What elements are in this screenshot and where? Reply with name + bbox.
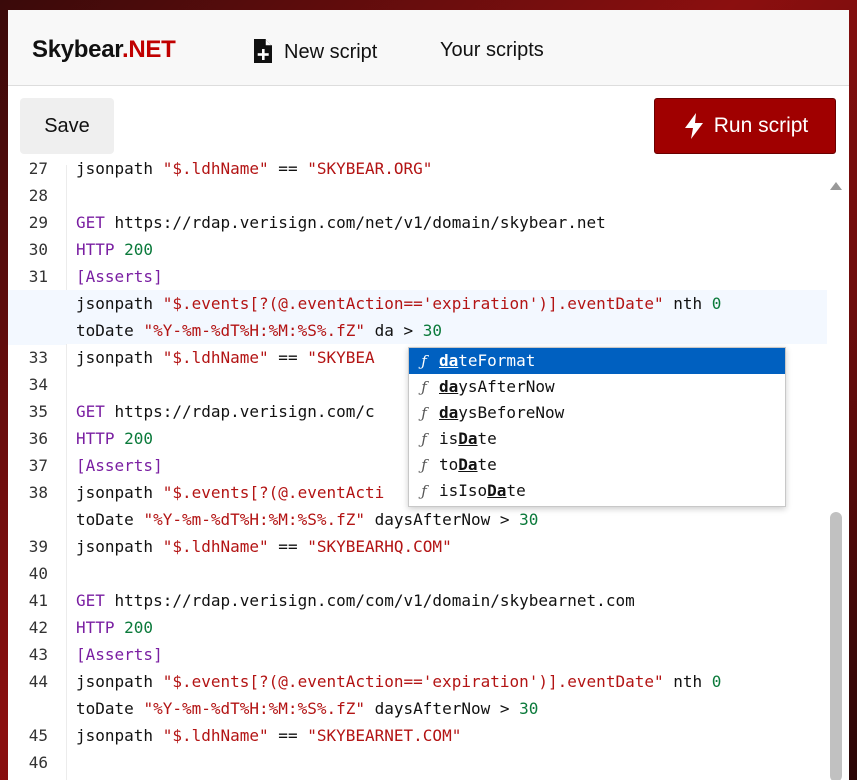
line-number: 46 [28,753,48,772]
line-number: 45 [28,726,48,745]
line-number: 27 [28,159,48,178]
suggestion-label: dateFormat [439,351,536,370]
function-icon: ƒ [421,404,427,422]
line-number: 36 [28,429,48,448]
line-number: 30 [28,240,48,259]
function-icon: ƒ [421,456,427,474]
line-number: 39 [28,537,48,556]
suggestion-label: daysBeforeNow [439,403,565,422]
code-editor[interactable]: 27 28 29 30 31 32 33 34 35 36 37 38 39 4… [8,159,849,780]
suggestion-label: isIsoDate [439,481,526,500]
code-line: jsonpath "$.ldhName" == "SKYBEARNET.COM" [76,726,462,745]
editor-toolbar: Save Run script [8,85,849,165]
line-number: 29 [28,213,48,232]
line-number: 42 [28,618,48,637]
new-document-icon [254,39,272,63]
new-script-link[interactable]: New script [252,39,377,65]
line-number: 40 [28,564,48,583]
active-code-line: jsonpath "$.events[?(@.eventAction=='exp… [8,290,827,344]
suggestion-label: toDate [439,455,497,474]
new-script-label: New script [284,40,378,63]
function-icon: ƒ [421,378,427,396]
code-line: jsonpath "$.ldhName" == "SKYBEAR.ORG" [76,159,433,178]
run-script-button[interactable]: Run script [654,98,836,154]
suggestion-label: daysAfterNow [439,377,555,396]
function-icon: ƒ [421,352,427,370]
suggestion-item[interactable]: ƒ isIsoDate [409,478,785,504]
line-number: 37 [28,456,48,475]
line-number: 38 [28,483,48,502]
autocomplete-suggestions: ƒ dateFormat ƒ daysAfterNow ƒ daysBefore… [408,347,786,507]
line-number: 43 [28,645,48,664]
suggestion-item[interactable]: ƒ daysBeforeNow [409,400,785,426]
run-script-label: Run script [713,114,809,137]
your-scripts-label: Your scripts [440,39,544,61]
line-number: 31 [28,267,48,286]
line-number: 35 [28,402,48,421]
code-line: GET https://rdap.verisign.com/com/v1/dom… [76,591,635,610]
line-number: 41 [28,591,48,610]
your-scripts-link[interactable]: Your scripts [440,39,544,62]
brand-tld: .NET [121,36,176,63]
lightning-icon [684,113,703,139]
line-number-gutter: 27 28 29 30 31 32 33 34 35 36 37 38 39 4… [8,159,67,780]
scrollbar-thumb[interactable] [830,512,842,780]
function-icon: ƒ [421,430,427,448]
code-line: jsonpath "$.events[?(@.eventAction=='exp… [76,672,722,718]
suggestion-item[interactable]: ƒ dateFormat [409,348,785,374]
code-line: HTTP 200 [76,240,154,259]
code-line: [Asserts] [76,267,163,286]
suggestion-item[interactable]: ƒ toDate [409,452,785,478]
code-line: jsonpath "$.ldhName" == "SKYBEARHQ.COM" [76,537,452,556]
code-line: HTTP 200 [76,618,154,637]
suggestion-label: isDate [439,429,497,448]
app-window: Skybear.NET New script Your scripts Save… [8,10,849,780]
line-number: 44 [28,672,48,691]
code-line: GET https://rdap.verisign.com/net/v1/dom… [76,213,606,232]
line-number: 28 [28,186,48,205]
function-icon: ƒ [421,482,427,500]
save-button[interactable]: Save [20,98,114,154]
scroll-up-arrow-icon[interactable] [830,182,842,190]
top-navbar: Skybear.NET New script Your scripts [8,10,849,86]
code-line: [Asserts] [76,645,163,664]
line-number: 34 [28,375,48,394]
editor-scrollbar[interactable] [830,165,842,780]
line-number: 33 [28,348,48,367]
brand-name: Skybear [32,36,122,63]
suggestion-item[interactable]: ƒ isDate [409,426,785,452]
suggestion-item[interactable]: ƒ daysAfterNow [409,374,785,400]
brand-logo[interactable]: Skybear.NET [32,36,176,64]
